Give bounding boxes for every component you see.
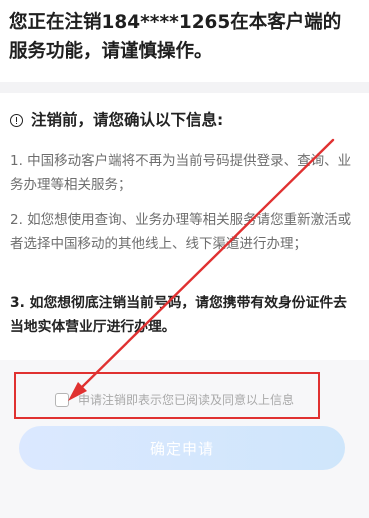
agreement-checkbox[interactable] (55, 393, 69, 407)
page-title: 您正在注销184****1265在本客户端的服务功能，请谨慎操作。 (9, 12, 342, 62)
notice-heading-text: 注销前，请您确认以下信息: (31, 111, 224, 129)
section-divider (0, 82, 369, 93)
deregistration-page: 您正在注销184****1265在本客户端的服务功能，请谨慎操作。 注销前，请您… (0, 0, 369, 518)
info-icon (10, 114, 23, 127)
notice-item-2: 2. 如您想使用查询、业务办理等相关服务请您重新激活或者选择中国移动的其他线上、… (10, 212, 352, 252)
agreement-label: 申请注销即表示您已阅读及同意以上信息 (78, 393, 295, 407)
confirm-application-button[interactable]: 确定申请 (19, 426, 345, 470)
notice-item-3: 3. 如您想彻底注销当前号码，请您携带有效身份证件去当地实体营业厅进行办理。 (10, 295, 347, 335)
notice-heading: 注销前，请您确认以下信息: (10, 108, 355, 132)
notice-item-1: 1. 中国移动客户端将不再为当前号码提供登录、查询、业务办理等相关服务； (10, 153, 352, 193)
agreement-row[interactable]: 申请注销即表示您已阅读及同意以上信息 (55, 391, 294, 409)
